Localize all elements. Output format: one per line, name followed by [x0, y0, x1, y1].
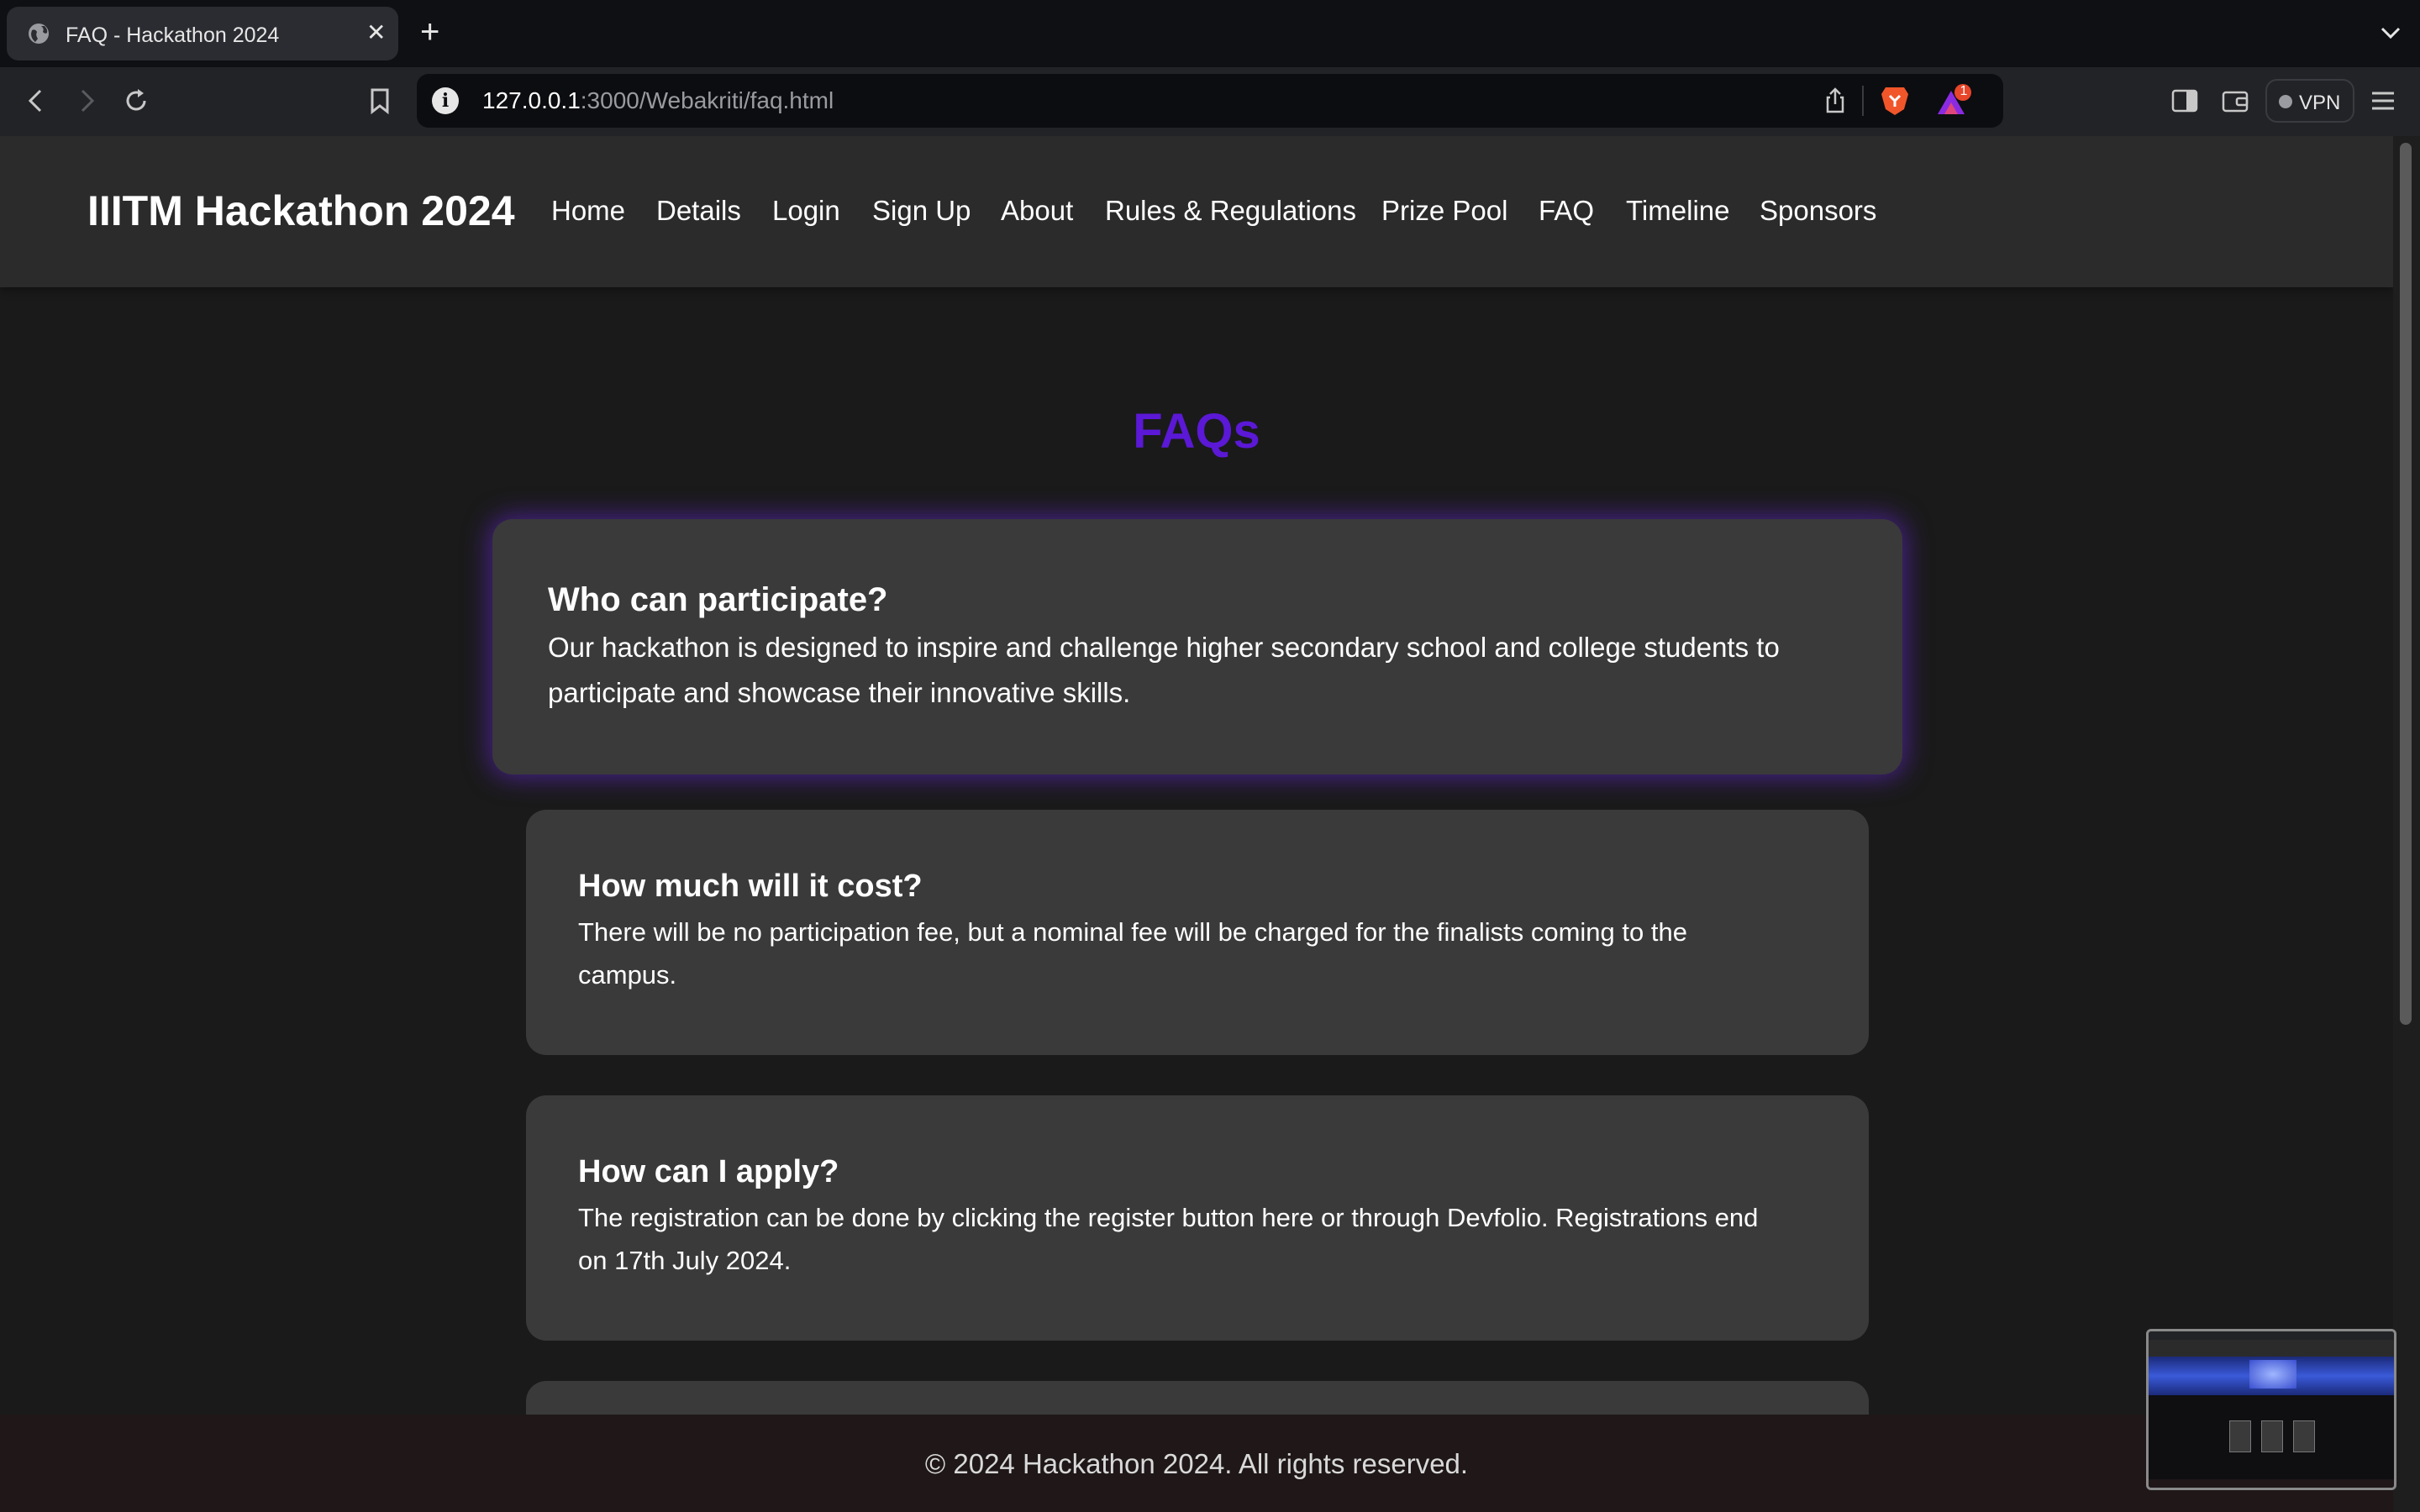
preview-card — [2293, 1420, 2315, 1452]
scrollbar-thumb[interactable] — [2400, 143, 2412, 1025]
address-bar[interactable]: i 127.0.0.1:3000/Webakriti/faq.html 1 — [417, 74, 2003, 128]
nav-details[interactable]: Details — [656, 195, 741, 227]
browser-tab[interactable]: FAQ - Hackathon 2024 ✕ — [7, 7, 398, 60]
preview-header — [2149, 1340, 2394, 1357]
faq-item-participate[interactable]: Who can participate? Our hackathon is de… — [492, 519, 1902, 774]
browser-tab-bar: FAQ - Hackathon 2024 ✕ + — [0, 0, 2420, 67]
page-scrollbar[interactable] — [2393, 136, 2420, 1512]
web-page: IIITM Hackathon 2024 Home Details Login … — [0, 136, 2393, 1512]
nav-faq[interactable]: FAQ — [1539, 195, 1594, 227]
preview-toolbar — [2149, 1331, 2394, 1340]
globe-icon — [29, 24, 49, 44]
preview-card — [2229, 1420, 2251, 1452]
notification-badge: 1 — [1960, 84, 1968, 98]
site-brand[interactable]: IIITM Hackathon 2024 — [87, 186, 515, 235]
plus-icon[interactable]: + — [420, 13, 439, 50]
menu-icon[interactable] — [2368, 86, 2398, 116]
preview-footer — [2149, 1479, 2394, 1488]
divider — [1862, 86, 1864, 116]
nav-sponsors[interactable]: Sponsors — [1760, 195, 1876, 227]
faq-answer-line: There will be no participation fee, but … — [578, 917, 1687, 947]
faq-answer-line: participate and showcase their innovativ… — [548, 677, 1131, 708]
nav-prize-pool[interactable]: Prize Pool — [1381, 195, 1507, 227]
forward-icon[interactable] — [67, 82, 104, 119]
share-icon[interactable] — [1820, 86, 1850, 116]
site-footer: © 2024 Hackathon 2024. All rights reserv… — [0, 1415, 2393, 1512]
brave-lion-icon[interactable] — [1879, 84, 1911, 118]
faq-question: Who can participate? — [548, 581, 888, 618]
nav-login[interactable]: Login — [772, 195, 840, 227]
back-icon[interactable] — [18, 82, 55, 119]
close-icon[interactable]: ✕ — [366, 21, 386, 45]
bookmark-icon[interactable] — [361, 82, 398, 119]
faq-item-apply[interactable]: How can I apply? The registration can be… — [526, 1095, 1869, 1341]
preview-card — [2261, 1420, 2283, 1452]
faq-answer-line: campus. — [578, 960, 677, 990]
vpn-status-dot — [2279, 95, 2292, 108]
nav-home[interactable]: Home — [551, 195, 625, 227]
preview-banner-art — [2249, 1360, 2296, 1389]
faq-answer-line: The registration can be done by clicking… — [578, 1203, 1759, 1232]
tab-title: FAQ - Hackathon 2024 — [66, 24, 280, 47]
wallet-icon[interactable] — [2220, 86, 2250, 116]
site-header: IIITM Hackathon 2024 Home Details Login … — [0, 136, 2393, 287]
reload-icon[interactable] — [118, 82, 155, 119]
nav-about[interactable]: About — [1001, 195, 1073, 227]
faq-heading: FAQs — [1133, 404, 1260, 459]
url-text: 127.0.0.1:3000/Webakriti/faq.html — [482, 87, 834, 113]
faq-question: How can I apply? — [578, 1154, 839, 1189]
faq-answer-line: Our hackathon is designed to inspire and… — [548, 632, 1780, 663]
nav-sign-up[interactable]: Sign Up — [872, 195, 971, 227]
faq-question: How much will it cost? — [578, 869, 923, 904]
nav-timeline[interactable]: Timeline — [1626, 195, 1729, 227]
nav-rules[interactable]: Rules & Regulations — [1105, 195, 1356, 227]
faq-item-cost[interactable]: How much will it cost? There will be no … — [526, 810, 1869, 1055]
chevron-down-icon[interactable] — [2376, 18, 2405, 47]
faq-answer-line: on 17th July 2024. — [578, 1246, 792, 1275]
footer-copyright: © 2024 Hackathon 2024. All rights reserv… — [924, 1448, 1469, 1479]
sidebar-icon[interactable] — [2170, 86, 2200, 116]
vpn-button[interactable]: VPN — [2265, 79, 2354, 123]
page-preview-thumbnail[interactable] — [2146, 1329, 2396, 1490]
info-icon[interactable]: i — [432, 87, 459, 114]
